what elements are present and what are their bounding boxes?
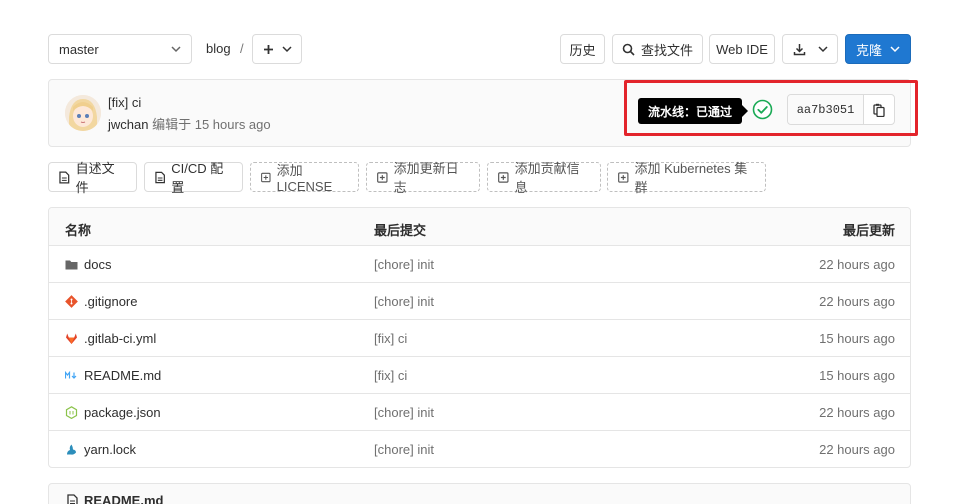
cicd-config-button[interactable]: CI/CD 配置	[144, 161, 243, 195]
pipeline-passed-icon[interactable]	[752, 99, 773, 120]
clone-button[interactable]: 克隆	[845, 34, 911, 64]
find-file-label: 查找文件	[640, 42, 693, 58]
table-row[interactable]: .gitlab-ci.yml [fix] ci 15 hours ago	[49, 320, 910, 357]
file-link[interactable]: package.json	[65, 405, 161, 420]
add-kubernetes-button[interactable]: 添加 Kubernetes 集群	[607, 161, 766, 195]
file-link[interactable]: README.md	[65, 368, 161, 383]
tooltip-arrow	[742, 105, 748, 117]
file-commit-message[interactable]: [chore] init	[374, 442, 434, 457]
table-row[interactable]: docs [chore] init 22 hours ago	[49, 246, 910, 283]
breadcrumb-project[interactable]: blog	[206, 41, 231, 56]
search-icon	[622, 43, 635, 56]
clone-label: 克隆	[855, 42, 882, 58]
table-header: 名称 最后提交 最后更新	[49, 208, 910, 246]
file-commit-message[interactable]: [chore] init	[374, 294, 434, 309]
file-updated-time: 15 hours ago	[819, 331, 895, 346]
nodejs-icon	[65, 406, 78, 419]
commit-sha-group: aa7b3051	[787, 94, 895, 125]
find-file-button[interactable]: 查找文件	[612, 34, 703, 64]
file-icon	[67, 494, 78, 504]
file-icon	[155, 171, 165, 183]
add-changelog-label: 添加更新日志	[393, 161, 459, 195]
file-commit-message[interactable]: [chore] init	[374, 405, 434, 420]
readme-panel: README.md	[48, 483, 911, 504]
markdown-icon	[65, 370, 77, 379]
file-updated-time: 22 hours ago	[819, 405, 895, 420]
table-row[interactable]: package.json [chore] init 22 hours ago	[49, 394, 910, 431]
add-changelog-button[interactable]: 添加更新日志	[366, 161, 480, 195]
table-row[interactable]: .gitignore [chore] init 22 hours ago	[49, 283, 910, 320]
folder-icon	[65, 260, 78, 270]
history-button[interactable]: 历史	[560, 34, 605, 64]
file-name: .gitignore	[84, 294, 138, 309]
add-contributing-button[interactable]: 添加贡献信息	[487, 161, 601, 195]
file-updated-time: 15 hours ago	[819, 368, 895, 383]
table-row[interactable]: yarn.lock [chore] init 22 hours ago	[49, 431, 910, 467]
plus-square-icon	[498, 171, 509, 183]
file-table: 名称 最后提交 最后更新 docs [chore] init 22 hours …	[48, 207, 911, 468]
avatar[interactable]	[65, 95, 101, 131]
web-ide-label: Web IDE	[716, 41, 768, 57]
commit-author[interactable]: jwchan	[108, 117, 148, 132]
readme-label: 自述文件	[75, 161, 115, 195]
table-row[interactable]: README.md [fix] ci 15 hours ago	[49, 357, 910, 394]
readme-panel-title: README.md	[84, 493, 164, 504]
commit-sha[interactable]: aa7b3051	[788, 95, 864, 124]
commit-title[interactable]: [fix] ci	[108, 95, 141, 110]
readme-button[interactable]: 自述文件	[48, 161, 137, 195]
download-icon	[793, 43, 805, 55]
file-link[interactable]: yarn.lock	[65, 442, 136, 457]
plus-square-icon	[618, 171, 629, 183]
yarn-icon	[67, 444, 76, 455]
plus-square-icon	[377, 171, 388, 183]
history-label: 历史	[569, 42, 596, 58]
header-last-update: 最后更新	[842, 223, 895, 238]
add-contributing-label: 添加贡献信息	[514, 161, 580, 195]
commit-meta: jwchan 编辑于 15 hours ago	[108, 114, 271, 133]
git-icon	[65, 295, 78, 308]
file-link[interactable]: .gitlab-ci.yml	[65, 331, 156, 346]
header-name: 名称	[65, 223, 92, 238]
file-updated-time: 22 hours ago	[819, 257, 895, 272]
readme-panel-header: README.md	[67, 493, 163, 504]
chevron-down-icon	[817, 46, 828, 53]
file-icon	[59, 171, 70, 183]
chevron-down-icon	[281, 46, 292, 53]
file-link[interactable]: docs	[65, 257, 111, 272]
file-name: package.json	[84, 405, 161, 420]
copy-sha-button[interactable]	[864, 95, 894, 124]
file-commit-message[interactable]: [fix] ci	[374, 331, 407, 346]
branch-label: master	[59, 41, 99, 57]
add-license-button[interactable]: 添加LICENSE	[250, 162, 359, 194]
plus-square-icon	[261, 172, 271, 182]
cicd-label: CI/CD 配置	[171, 161, 224, 195]
avatar-image	[65, 95, 101, 131]
add-license-label: 添加LICENSE	[276, 163, 333, 194]
pipeline-tooltip-text: 流水线：已通过	[647, 104, 732, 119]
file-link[interactable]: .gitignore	[65, 294, 137, 309]
file-name: .gitlab-ci.yml	[84, 331, 157, 346]
header-last-commit: 最后提交	[374, 223, 427, 238]
file-name: yarn.lock	[84, 442, 137, 457]
branch-dropdown[interactable]: master	[48, 34, 192, 64]
file-commit-message[interactable]: [fix] ci	[374, 368, 407, 383]
commit-time: 15 hours ago	[194, 117, 271, 132]
file-updated-time: 22 hours ago	[819, 442, 895, 457]
add-kubernetes-label: 添加 Kubernetes 集群	[634, 161, 748, 195]
file-updated-time: 22 hours ago	[819, 294, 895, 309]
pipeline-tooltip: 流水线：已通过	[638, 98, 742, 124]
file-name: README.md	[84, 368, 162, 383]
chevron-down-icon	[171, 46, 181, 53]
breadcrumb-separator: /	[240, 41, 244, 56]
add-button[interactable]	[252, 34, 302, 64]
file-name: docs	[84, 257, 112, 272]
plus-icon	[263, 44, 273, 54]
commit-action: 编辑于	[152, 117, 192, 132]
chevron-down-icon	[890, 46, 900, 53]
download-button[interactable]	[782, 34, 838, 64]
clipboard-icon	[873, 103, 885, 117]
file-commit-message[interactable]: [chore] init	[374, 257, 434, 272]
web-ide-button[interactable]: Web IDE	[709, 34, 775, 64]
gitlab-icon	[66, 333, 77, 344]
